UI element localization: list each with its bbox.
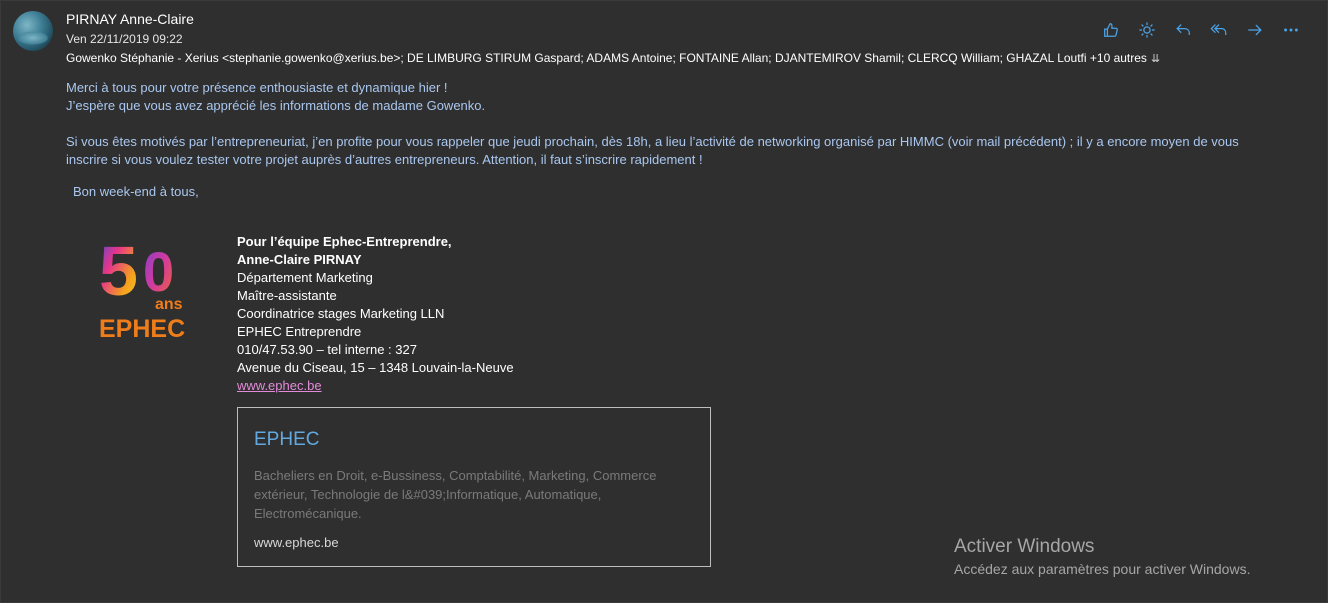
watermark-subtitle: Accédez aux paramètres pour activer Wind…	[954, 561, 1251, 577]
reply-all-button[interactable]	[1201, 19, 1237, 41]
thumbs-up-icon	[1104, 23, 1118, 37]
logo-brand: EPHEC	[99, 315, 185, 343]
sun-button[interactable]	[1129, 19, 1165, 41]
ellipsis-icon	[1284, 28, 1298, 32]
logo-number-5: 5	[99, 232, 138, 310]
recipients-line: Gowenko Stéphanie - Xerius <stephanie.go…	[66, 51, 1160, 65]
signature-coord: Coordinatrice stages Marketing LLN	[237, 306, 445, 321]
body-line: Merci à tous pour votre présence enthous…	[66, 80, 448, 95]
link-preview-card[interactable]: EPHEC Bacheliers en Droit, e-Bussiness, …	[237, 407, 711, 567]
body-line: Si vous êtes motivés par l’entrepreneuri…	[66, 134, 1239, 149]
greeting: Bon week-end à tous,	[73, 184, 199, 199]
forward-arrow-icon	[1248, 24, 1262, 36]
signature-dept: Département Marketing	[237, 270, 373, 285]
signature-role: Maître-assistante	[237, 288, 337, 303]
signature-team: Pour l’équipe Ephec-Entreprendre,	[237, 234, 452, 249]
body-line: inscrire si vous voulez tester votre pro…	[66, 152, 703, 167]
signature-name: Anne-Claire PIRNAY	[237, 252, 362, 267]
message-actions	[1093, 19, 1309, 41]
watermark-title: Activer Windows	[954, 536, 1095, 557]
ephec-50-ans-logo: 5 0 ans EPHEC	[99, 232, 185, 343]
signature-website-link[interactable]: www.ephec.be	[237, 378, 322, 393]
forward-button[interactable]	[1237, 19, 1273, 41]
signature-org: EPHEC Entreprendre	[237, 324, 362, 339]
sun-icon	[1139, 22, 1155, 38]
sender-name[interactable]: PIRNAY Anne-Claire	[66, 11, 194, 27]
signature-address: Avenue du Ciseau, 15 – 1348 Louvain-la-N…	[237, 360, 514, 375]
link-card-description: Bacheliers en Droit, e-Bussiness, Compta…	[254, 468, 657, 521]
link-card-url: www.ephec.be	[254, 535, 339, 550]
logo-number-0: 0	[143, 240, 174, 303]
double-chevron-down-icon[interactable]: ⇊	[1151, 53, 1160, 65]
logo-ans: ans	[155, 296, 183, 313]
like-button[interactable]	[1093, 19, 1129, 41]
recipients-list[interactable]: Gowenko Stéphanie - Xerius <stephanie.go…	[66, 51, 1147, 65]
body-line: J’espère que vous avez apprécié les info…	[66, 98, 486, 113]
sent-date: Ven 22/11/2019 09:22	[66, 32, 183, 46]
reply-button[interactable]	[1165, 19, 1201, 41]
link-card-title[interactable]: EPHEC	[254, 429, 319, 451]
message-body: Merci à tous pour votre présence enthous…	[66, 79, 1239, 169]
signature-phone: 010/47.53.90 – tel interne : 327	[237, 342, 417, 357]
signature-block: Pour l’équipe Ephec-Entreprendre, Anne-C…	[237, 233, 514, 395]
activate-windows-watermark: Activer Windows Accédez aux paramètres p…	[954, 536, 1250, 577]
more-button[interactable]	[1273, 19, 1309, 41]
email-reading-pane: PIRNAY Anne-Claire Ven 22/11/2019 09:22 …	[0, 0, 1328, 603]
reply-icon	[1176, 24, 1190, 35]
sender-avatar[interactable]	[13, 11, 53, 51]
reply-all-icon	[1210, 24, 1227, 35]
